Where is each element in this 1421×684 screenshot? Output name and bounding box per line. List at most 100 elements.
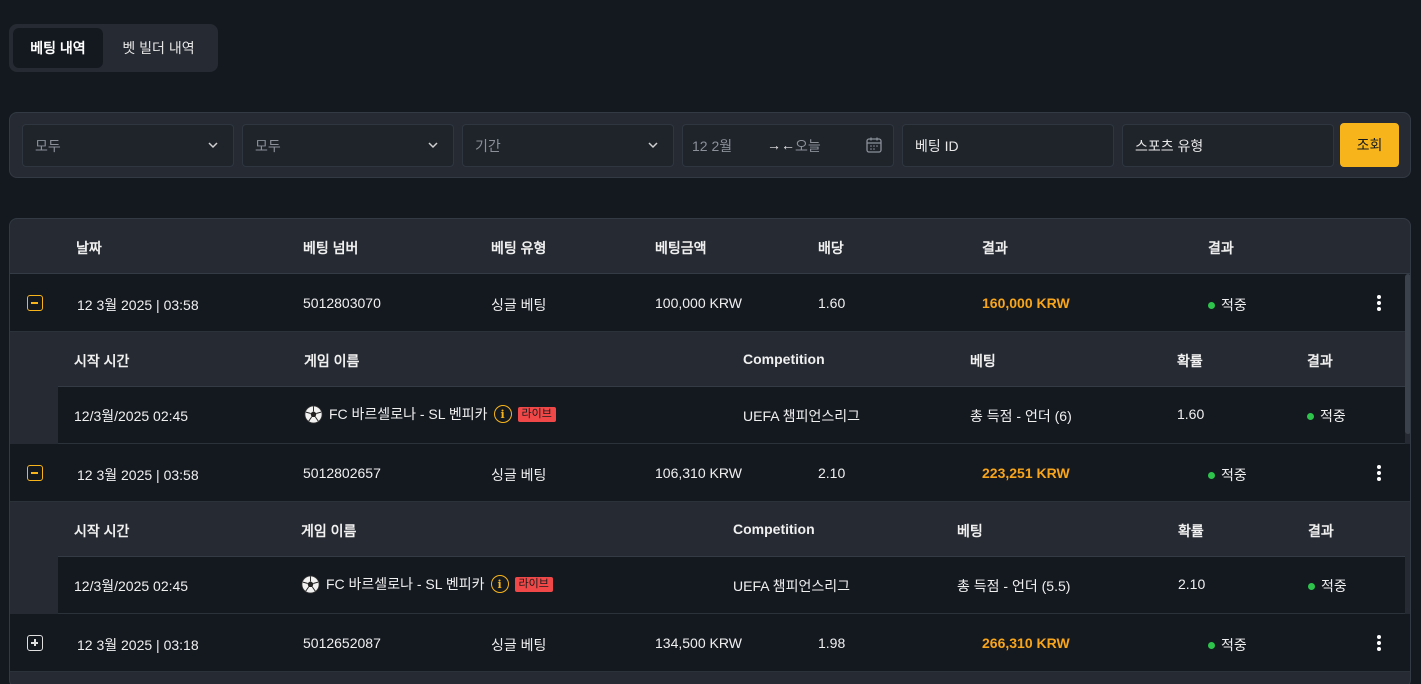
game-name: FC 바르셀로나 - SL 벤피카 [326,576,485,592]
row-bet-number: 5012802657 [303,465,381,481]
col-odds: 배당 [818,240,844,256]
row-odds: 2.10 [818,465,846,481]
detail-game: FC 바르셀로나 - SL 벤피카 i 라이브 [301,574,553,594]
filter-bar: 모두 모두 기간 12 2월 →← 오늘 베팅 ID 스포츠 유형 조회 [9,112,1411,178]
win-dot-icon [1308,582,1315,590]
row-stake: 134,500 KRW [655,635,742,651]
win-dot-icon [1208,471,1215,479]
search-button[interactable]: 조회 [1340,123,1399,167]
row-odds: 1.98 [818,635,846,651]
detail-col-start: 시작 시간 [74,353,130,369]
row-payout: 160,000 KRW [982,295,1070,311]
kebab-menu-icon[interactable] [1374,634,1384,652]
chevron-down-icon [428,142,438,149]
detail-odds: 1.60 [1177,406,1205,422]
row-stake: 106,310 KRW [655,465,742,481]
range-arrow-icon: →← [767,137,795,153]
detail-competition: UEFA 챔피언스리그 [743,408,860,424]
bet-id-input[interactable]: 베팅 ID [902,124,1114,167]
detail-status-text: 적중 [1321,578,1347,594]
detail-header: 시작 시간 게임 이름 Competition 베팅 확률 결과 [58,502,1405,557]
detail-col-odds: 확률 [1178,523,1204,539]
status-select-value: 모두 [35,137,61,154]
detail-col-bet: 베팅 [957,523,983,539]
win-dot-icon [1307,412,1314,420]
table-row[interactable]: 12 3월 2025 | 03:58 5012803070 싱글 베팅 100,… [10,274,1410,332]
live-badge: 라이브 [517,406,556,422]
row-date: 12 3월 2025 | 03:18 [77,637,199,653]
detail-competition: UEFA 챔피언스리그 [733,578,850,594]
row-date: 12 3월 2025 | 03:58 [77,297,199,313]
row-bet-type: 싱글 베팅 [491,637,547,653]
detail-col-result: 결과 [1308,523,1334,539]
detail-header: 시작 시간 게임 이름 Competition 베팅 확률 결과 [58,332,1405,387]
bet-detail-panel: 시작 시간 게임 이름 Competition 베팅 확률 결과 12/3월/2… [10,502,1405,614]
date-range-picker[interactable]: 12 2월 →← 오늘 [682,124,894,167]
bet-history-table: 날짜 베팅 넘버 베팅 유형 베팅금액 배당 결과 결과 12 3월 2025 … [9,218,1411,684]
table-header: 날짜 베팅 넘버 베팅 유형 베팅금액 배당 결과 결과 [10,219,1410,274]
col-stake: 베팅금액 [655,240,707,256]
detail-status: 적중 [1307,406,1346,426]
bet-detail-panel: 시작 시간 게임 이름 Competition 베팅 확률 결과 12/3월/2… [10,332,1405,444]
col-result: 결과 [1208,240,1234,256]
detail-start-time: 12/3월/2025 02:45 [74,408,189,424]
status-select[interactable]: 모두 [22,124,234,167]
detail-col-competition: Competition [733,521,815,537]
type-select-value: 모두 [255,137,281,154]
detail-start-time: 12/3월/2025 02:45 [74,578,189,594]
row-bet-number: 5012803070 [303,295,381,311]
col-date: 날짜 [76,240,102,256]
collapse-icon[interactable] [27,465,43,481]
detail-col-game: 게임 이름 [301,523,357,539]
table-row[interactable]: 12 3월 2025 | 03:18 5012652087 싱글 베팅 134,… [10,614,1410,672]
detail-odds: 2.10 [1178,576,1206,592]
row-payout: 266,310 KRW [982,635,1070,651]
kebab-menu-icon[interactable] [1374,294,1384,312]
detail-col-game: 게임 이름 [304,353,360,369]
status-text: 적중 [1221,637,1247,653]
detail-col-bet: 베팅 [970,353,996,369]
row-odds: 1.60 [818,295,846,311]
period-select[interactable]: 기간 [462,124,674,167]
detail-status-text: 적중 [1320,408,1346,424]
row-bet-number: 5012652087 [303,635,381,651]
sport-type-input[interactable]: 스포츠 유형 [1122,124,1334,167]
soccer-ball-icon [301,575,320,593]
detail-col-start: 시작 시간 [74,523,130,539]
soccer-ball-icon [304,405,323,423]
status-badge: 적중 [1208,295,1247,315]
row-date: 12 3월 2025 | 03:58 [77,467,199,483]
period-select-value: 기간 [475,137,501,154]
status-badge: 적중 [1208,465,1247,485]
date-to: 오늘 [795,137,821,154]
tab-bet-builder-history[interactable]: 벳 빌더 내역 [103,28,214,68]
row-stake: 100,000 KRW [655,295,742,311]
kebab-menu-icon[interactable] [1374,464,1384,482]
detail-col-odds: 확률 [1177,353,1203,369]
detail-bet: 총 득점 - 언더 (5.5) [957,578,1071,594]
calendar-icon[interactable] [865,136,883,154]
type-select[interactable]: 모두 [242,124,454,167]
detail-col-result: 결과 [1307,353,1333,369]
col-bet-number: 베팅 넘버 [303,240,359,256]
detail-row: 12/3월/2025 02:45 FC 바르셀로나 - SL 벤피카 i 라이브… [58,557,1405,614]
info-icon[interactable]: i [493,405,512,423]
chevron-down-icon [648,142,658,149]
table-row[interactable]: 12 3월 2025 | 03:58 5012802657 싱글 베팅 106,… [10,444,1410,502]
row-payout: 223,251 KRW [982,465,1070,481]
info-icon[interactable]: i [490,575,509,593]
sport-type-placeholder: 스포츠 유형 [1135,137,1204,154]
status-badge: 적중 [1208,635,1247,655]
live-badge: 라이브 [514,576,553,592]
tab-bet-history[interactable]: 베팅 내역 [13,28,103,68]
collapse-icon[interactable] [27,295,43,311]
detail-bet: 총 득점 - 언더 (6) [970,408,1072,424]
expand-icon[interactable] [27,635,43,651]
history-tabs: 베팅 내역 벳 빌더 내역 [9,24,218,72]
win-dot-icon [1208,301,1215,309]
date-from: 12 2월 [692,137,733,154]
detail-indent [10,332,58,444]
col-payout: 결과 [982,240,1008,256]
table-scrollbar[interactable] [1405,274,1410,434]
status-text: 적중 [1221,467,1247,483]
